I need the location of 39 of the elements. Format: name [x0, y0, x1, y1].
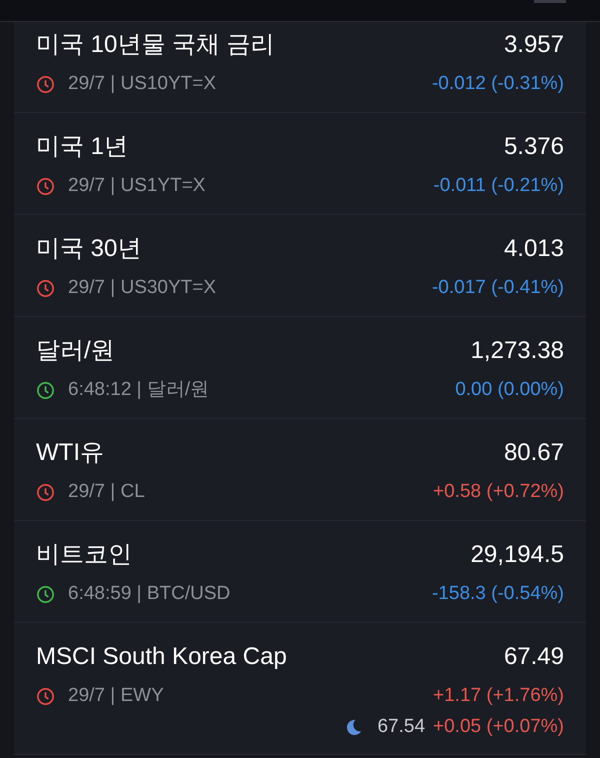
instrument-name: MSCI South Korea Cap: [36, 642, 287, 672]
timestamp-symbol: 6:48:59 | BTC/USD: [68, 582, 230, 606]
price: 67.49: [504, 642, 564, 672]
instrument-name: 달러/원: [36, 336, 115, 366]
timestamp-symbol: 29/7 | CL: [68, 480, 145, 504]
instrument-name: 미국 30년: [36, 234, 142, 264]
instrument-name: 비트코인: [36, 540, 132, 570]
quote-row[interactable]: WTI유 80.67 29/7 | CL +0.58 (+0.72%): [14, 419, 586, 521]
price-change: -0.011 (-0.21%): [433, 174, 564, 198]
timestamp-symbol: 6:48:12 | 달러/원: [68, 378, 210, 402]
after-hours-price: 67.54: [377, 714, 426, 739]
quote-row[interactable]: 미국 1년 5.376 29/7 | US1YT=X -0.011 (-0.21%): [14, 113, 586, 215]
timestamp-symbol: 29/7 | US30YT=X: [68, 276, 216, 300]
timestamp-symbol: 29/7 | US10YT=X: [68, 72, 216, 96]
price: 5.376: [504, 132, 564, 162]
quote-row[interactable]: MSCI South Korea Cap 67.49 29/7 | EWY +1.17 (+1.76%) 67.54 +0.05 (+0.07%): [14, 623, 586, 755]
instrument-name: 미국 1년: [36, 132, 128, 162]
price-change: -158.3 (-0.54%): [432, 582, 564, 606]
price: 4.013: [504, 234, 564, 264]
price: 3.957: [504, 30, 564, 60]
price: 1,273.38: [470, 336, 564, 366]
price-change: +1.17 (+1.76%): [433, 684, 564, 708]
price-change: -0.012 (-0.31%): [432, 72, 564, 96]
moon-icon: [344, 718, 364, 736]
instrument-name: WTI유: [36, 438, 104, 468]
quote-row[interactable]: 달러/원 1,273.38 6:48:12 | 달러/원 0.00 (0.00%): [14, 317, 586, 419]
price: 80.67: [504, 438, 564, 468]
price-change: -0.017 (-0.41%): [432, 276, 564, 300]
timestamp-symbol: 29/7 | EWY: [68, 684, 164, 708]
quote-row[interactable]: 미국 10년물 국채 금리 3.957 29/7 | US10YT=X -0.012 (-0.31%): [14, 22, 586, 113]
after-hours-change: +0.05 (+0.07%): [433, 714, 564, 739]
timestamp-symbol: 29/7 | US1YT=X: [68, 174, 206, 198]
instrument-name: 미국 10년물 국채 금리: [36, 30, 275, 60]
quote-row[interactable]: 미국 30년 4.013 29/7 | US30YT=X -0.017 (-0.41%): [14, 215, 586, 317]
tab-indicator: [534, 0, 566, 3]
quote-row[interactable]: 비트코인 29,194.5 6:48:59 | BTC/USD -158.3 (-0.54%): [14, 521, 586, 623]
price-change: 0.00 (0.00%): [455, 378, 564, 402]
price-change: +0.58 (+0.72%): [433, 480, 564, 504]
price: 29,194.5: [470, 540, 564, 570]
